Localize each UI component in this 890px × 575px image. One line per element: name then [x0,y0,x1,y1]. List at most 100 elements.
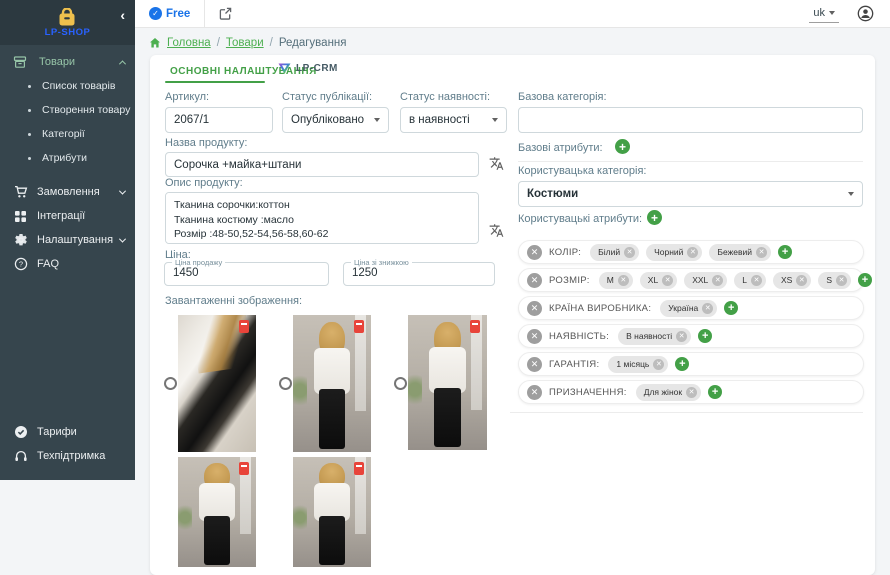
remove-value-icon[interactable]: ✕ [653,359,664,370]
sidebar-collapse-icon[interactable]: ‹ [120,8,125,22]
remove-attribute-icon[interactable]: ✕ [527,273,542,288]
plan-badge[interactable]: ✓ Free [149,7,190,20]
product-image-2[interactable] [293,315,371,452]
bullet-icon [28,157,31,160]
sku-input[interactable]: 2067/1 [165,107,273,133]
product-image-1[interactable] [178,315,256,452]
product-name-input[interactable]: Сорочка +майка+штани [165,152,479,177]
add-value-button[interactable]: + [698,329,712,343]
delete-image-icon[interactable] [239,462,249,475]
delete-image-icon[interactable] [354,320,364,333]
breadcrumb-link-home[interactable]: Головна [167,37,211,49]
remove-value-icon[interactable]: ✕ [836,275,847,286]
sidebar-item-support[interactable]: Техпідтримка [0,444,135,468]
remove-value-icon[interactable]: ✕ [686,387,697,398]
main-image-radio-2[interactable] [279,377,292,390]
lp-crm-icon [278,63,291,74]
breadcrumb: Головна / Товари / Редагування [135,28,890,49]
remove-value-icon[interactable]: ✕ [624,247,635,258]
add-custom-attribute-button[interactable]: + [647,210,662,225]
svg-text:?: ? [18,260,22,269]
remove-attribute-icon[interactable]: ✕ [527,357,542,372]
sidebar-item-faq[interactable]: ? FAQ [0,252,135,276]
sidebar-item-tariffs[interactable]: Тарифи [0,420,135,444]
sidebar-subitem-product-list[interactable]: Список товарів [0,74,135,98]
sidebar-item-products[interactable]: Товари [0,50,135,74]
remove-attribute-icon[interactable]: ✕ [527,245,542,260]
chevron-down-icon [848,192,854,196]
sidebar-subitem-product-create[interactable]: Створення товару [0,98,135,122]
attribute-row: ✕ НАЯВНІСТЬ: В наявності✕ + [518,324,864,348]
chip-label: Білий [598,247,620,257]
sidebar-subitem-categories[interactable]: Категорії [0,122,135,146]
remove-value-icon[interactable]: ✕ [712,275,723,286]
custom-category-value: Костюми [527,188,578,200]
custom-category-select[interactable]: Костюми [518,181,863,207]
product-image-3[interactable] [408,315,487,450]
language-select[interactable]: uk [809,5,839,23]
app-logo[interactable]: LP-SHOP [45,8,91,38]
sidebar-subitem-attributes[interactable]: Атрибути [0,146,135,170]
sidebar-subitem-label: Створення товару [42,104,130,116]
images-label: Завантаженні зображення: [165,295,302,307]
add-value-button[interactable]: + [708,385,722,399]
remove-value-icon[interactable]: ✕ [618,275,629,286]
attribute-value-chip: В наявності✕ [618,328,691,345]
stock-status-select[interactable]: в наявності [400,107,507,133]
remove-value-icon[interactable]: ✕ [751,275,762,286]
translate-icon[interactable] [489,156,504,176]
add-value-button[interactable]: + [858,273,872,287]
discount-price-input[interactable]: Ціна зі знижкою 1250 [343,262,495,286]
sidebar-item-label: FAQ [37,258,125,270]
attribute-name: НАЯВНІСТЬ: [549,331,609,342]
main-image-radio-1[interactable] [164,377,177,390]
product-edit-card: ОСНОВНІ НАЛАШТУВАННЯ LP-CRM Артикул: 206… [150,55,875,575]
user-avatar[interactable] [857,5,874,22]
add-value-button[interactable]: + [675,357,689,371]
remove-value-icon[interactable]: ✕ [687,247,698,258]
base-category-input[interactable] [518,107,863,133]
delete-image-icon[interactable] [354,462,364,475]
publish-status-label: Статус публікації: [282,91,372,103]
home-icon[interactable] [149,37,161,49]
add-base-attribute-button[interactable]: + [615,139,630,154]
delete-image-icon[interactable] [239,320,249,333]
remove-value-icon[interactable]: ✕ [676,331,687,342]
remove-value-icon[interactable]: ✕ [756,247,767,258]
remove-attribute-icon[interactable]: ✕ [527,301,542,316]
attribute-value-chip: S✕ [818,272,851,289]
chevron-down-icon [374,118,380,122]
price-input[interactable]: Ціна продажу 1450 [164,262,329,286]
add-value-button[interactable]: + [778,245,792,259]
photo-shape [408,369,422,410]
publish-status-select[interactable]: Опубліковано [282,107,389,133]
apps-icon [13,210,28,223]
remove-value-icon[interactable]: ✕ [796,275,807,286]
sidebar-item-settings[interactable]: Налаштування [0,228,135,252]
sidebar-item-integrations[interactable]: Інтеграції [0,204,135,228]
attribute-name: ПРИЗНАЧЕННЯ: [549,387,627,398]
main-image-radio-3[interactable] [394,377,407,390]
remove-attribute-icon[interactable]: ✕ [527,385,542,400]
product-image-4[interactable] [178,457,256,567]
bullet-icon [28,133,31,136]
sidebar-subitem-label: Атрибути [42,152,87,164]
discount-price-value: 1250 [352,267,378,279]
breadcrumb-link-products[interactable]: Товари [226,37,264,49]
add-value-button[interactable]: + [724,301,738,315]
product-image-5[interactable] [293,457,371,567]
chevron-down-icon [119,235,126,242]
attribute-row: ✕ПРИЗНАЧЕННЯ:Для жінок✕+ [518,380,864,404]
remove-value-icon[interactable]: ✕ [702,303,713,314]
description-textarea[interactable]: Тканина сорочки:коттон Тканина костюму :… [165,192,479,244]
custom-attributes-list: ✕КОЛІР:Білий✕Чорний✕Бежевий✕+✕РОЗМІР:M✕X… [518,240,864,408]
open-shop-external-link-icon[interactable] [219,7,232,20]
delete-image-icon[interactable] [470,320,480,333]
archive-icon [13,55,27,69]
stock-status-value: в наявності [409,114,470,126]
sidebar-item-orders[interactable]: Замовлення [0,180,135,204]
remove-attribute-icon[interactable]: ✕ [527,329,542,344]
remove-value-icon[interactable]: ✕ [662,275,673,286]
tab-lp-crm[interactable]: LP-CRM [278,63,338,74]
translate-icon[interactable] [489,223,504,243]
